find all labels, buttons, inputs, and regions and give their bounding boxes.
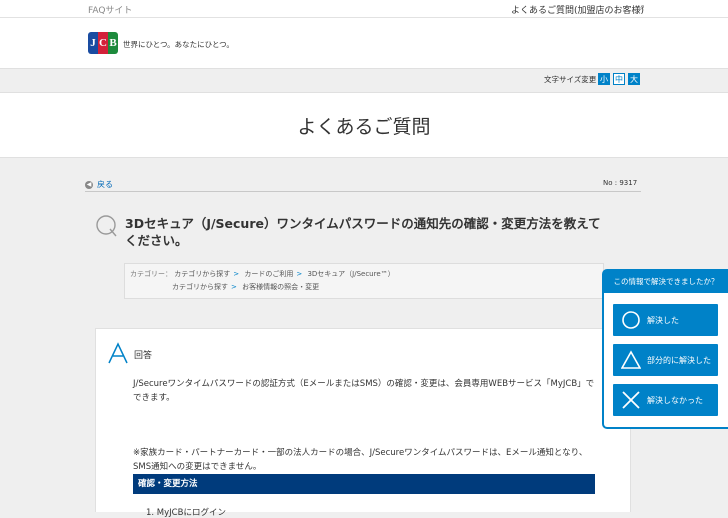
section-header: 確認・変更方法: [133, 474, 595, 494]
category-link[interactable]: お客様情報の照会・変更: [242, 283, 319, 291]
faq-site-link[interactable]: FAQサイト: [88, 3, 132, 16]
category-link[interactable]: カテゴリから探す: [174, 270, 230, 278]
triangle-icon: [621, 350, 641, 369]
category-label: カテゴリー：: [130, 270, 172, 278]
font-size-large-button[interactable]: 大: [628, 73, 640, 85]
jcb-logo[interactable]: J C B: [88, 32, 118, 54]
answer-paragraph: J/Secureワンタイムパスワードの認証方式（EメールまたはSMS）の確認・変…: [133, 379, 595, 403]
answer-label: 回答: [134, 351, 153, 361]
breadcrumb-arrow-icon: >: [231, 283, 237, 291]
answer-mark-icon: [108, 342, 128, 364]
circle-icon: [622, 311, 640, 329]
question-mark-icon: [96, 215, 117, 237]
back-link[interactable]: ◀ 戻る: [85, 179, 113, 190]
category-row-2: カテゴリから探す > お客様情報の照会・変更: [172, 282, 319, 292]
brand-tagline: 世界にひとつ。あなたにひとつ。: [123, 40, 234, 49]
font-size-small-button[interactable]: 小: [598, 73, 610, 85]
font-size-medium-button[interactable]: 中: [613, 73, 625, 85]
category-link[interactable]: 3Dセキュア（J/Secure™）: [307, 270, 394, 278]
feedback-heading: この情報で解決できましたか？: [604, 271, 728, 293]
breadcrumb-arrow-icon: >: [296, 270, 303, 278]
not-resolved-label: 解決しなかった: [647, 395, 703, 405]
merchant-faq-link[interactable]: よくあるご質問(加盟店のお客様): [511, 3, 644, 16]
category-row-1: カテゴリー： カテゴリから探す > カードのご利用 > 3Dセキュア（J/Secur…: [130, 269, 395, 279]
not-resolved-button[interactable]: 解決しなかった: [613, 384, 718, 416]
logo-letter-b: B: [108, 32, 118, 54]
resolved-button[interactable]: 解決した: [613, 304, 718, 336]
partially-resolved-label: 部分的に解決した: [647, 355, 711, 365]
resolved-label: 解決した: [647, 315, 679, 325]
category-link[interactable]: カードのご利用: [244, 270, 293, 278]
font-size-label: 文字サイズ変更: [544, 75, 597, 84]
faq-number: No : 9317: [603, 179, 638, 187]
page-title: よくあるご質問: [297, 116, 431, 138]
back-label: 戻る: [97, 180, 113, 189]
step-item: 1. MyJCBにログイン: [146, 508, 226, 518]
back-arrow-icon: ◀: [85, 180, 93, 189]
divider: [85, 191, 641, 192]
breadcrumb-arrow-icon: >: [233, 270, 240, 278]
logo-letter-c: C: [98, 32, 108, 54]
category-link[interactable]: カテゴリから探す: [172, 283, 228, 291]
external-link-icon: ⇗: [638, 3, 645, 12]
cross-icon: [622, 391, 640, 409]
question-title: 3Dセキュア（J/Secure）ワンタイムパスワードの通知先の確認・変更方法を教…: [125, 216, 601, 248]
answer-note: ※家族カード・パートナーカード・一部の法人カードの場合、J/Secureワンタイ…: [133, 448, 588, 472]
logo-letter-j: J: [88, 32, 98, 54]
partially-resolved-button[interactable]: 部分的に解決した: [613, 344, 718, 376]
